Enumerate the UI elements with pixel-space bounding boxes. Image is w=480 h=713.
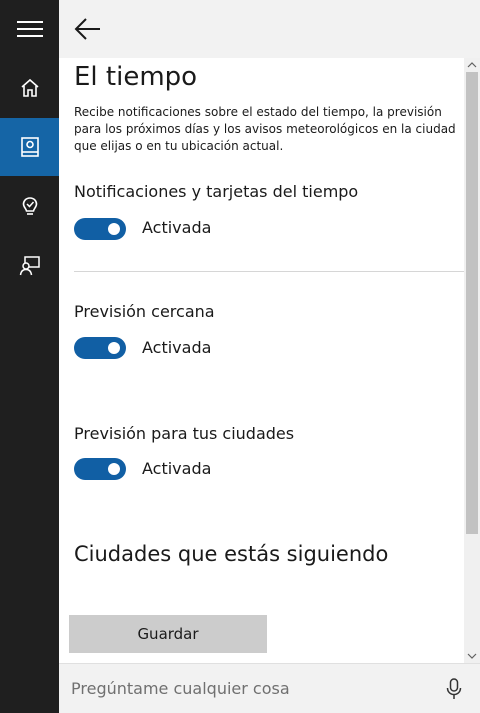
page-title: El tiempo xyxy=(74,62,198,92)
microphone-button[interactable] xyxy=(442,677,466,701)
page-description: Recibe notificaciones sobre el estado de… xyxy=(74,105,456,153)
sidebar xyxy=(0,0,59,713)
chevron-up-icon xyxy=(467,62,477,68)
sidebar-item-home[interactable] xyxy=(0,59,59,117)
toggle-state-near-forecast: Activada xyxy=(142,338,212,357)
back-button[interactable] xyxy=(73,14,103,44)
toggle-knob xyxy=(108,463,120,475)
lightbulb-icon xyxy=(22,197,37,215)
back-arrow-icon xyxy=(74,18,100,40)
scrollbar[interactable] xyxy=(464,58,480,663)
toggle-knob xyxy=(108,342,120,354)
search-bar xyxy=(59,663,480,713)
search-input[interactable] xyxy=(71,673,431,703)
scrollbar-thumb[interactable] xyxy=(466,72,478,534)
toggle-state-weather-notifications: Activada xyxy=(142,218,212,237)
divider xyxy=(74,271,464,272)
chevron-down-icon xyxy=(467,653,477,659)
toggle-weather-notifications[interactable] xyxy=(74,218,126,240)
scroll-up-button[interactable] xyxy=(464,58,480,72)
toggle-city-forecast[interactable] xyxy=(74,458,126,480)
header xyxy=(59,0,480,58)
feedback-icon xyxy=(19,256,40,276)
cortana-window: El tiempo Recibe notificaciones sobre el… xyxy=(0,0,480,713)
sidebar-item-notebook[interactable] xyxy=(0,118,59,176)
sidebar-item-feedback[interactable] xyxy=(0,237,59,295)
followed-cities-heading: Ciudades que estás siguiendo xyxy=(74,542,389,566)
scroll-down-button[interactable] xyxy=(464,649,480,663)
toggle-state-city-forecast: Activada xyxy=(142,459,212,478)
hamburger-menu-button[interactable] xyxy=(0,0,59,58)
save-button[interactable]: Guardar xyxy=(69,615,267,653)
sidebar-item-tips[interactable] xyxy=(0,178,59,236)
hamburger-menu-icon xyxy=(16,21,43,37)
settings-panel: El tiempo Recibe notificaciones sobre el… xyxy=(59,58,464,663)
microphone-icon xyxy=(446,678,462,699)
setting-label-weather-notifications: Notificaciones y tarjetas del tiempo xyxy=(74,182,359,201)
home-icon xyxy=(20,78,39,97)
notebook-icon xyxy=(20,137,39,157)
toggle-knob xyxy=(108,223,120,235)
setting-label-city-forecast: Previsión para tus ciudades xyxy=(74,424,295,443)
toggle-near-forecast[interactable] xyxy=(74,337,126,359)
setting-label-near-forecast: Previsión cercana xyxy=(74,302,215,321)
